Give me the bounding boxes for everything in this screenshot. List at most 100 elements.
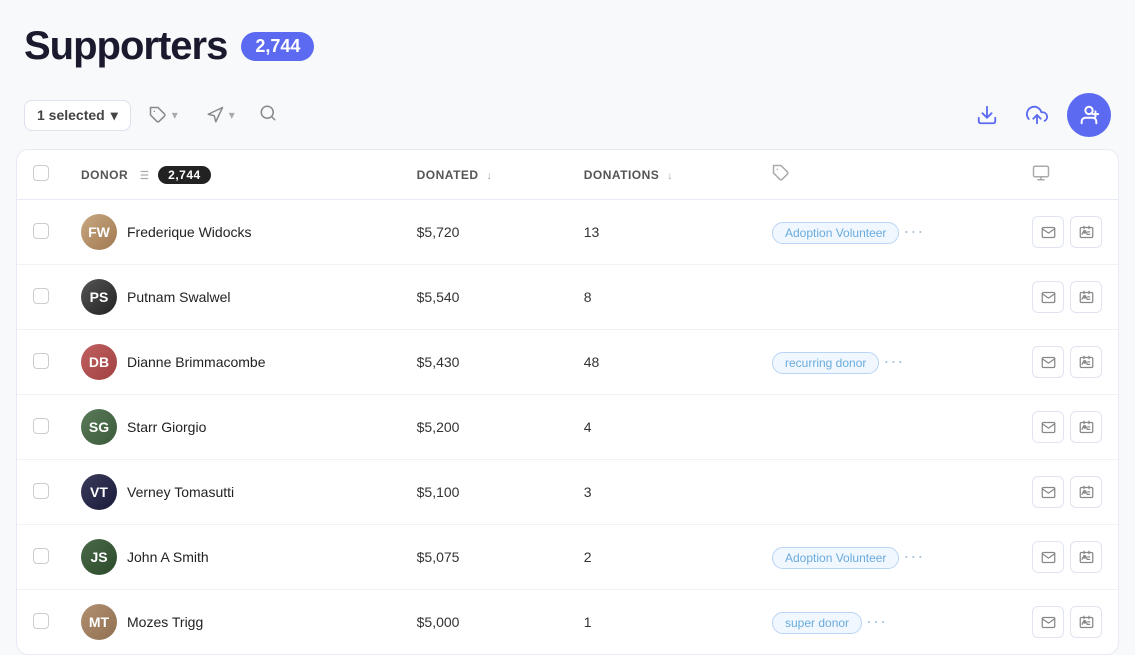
email-icon — [1041, 615, 1056, 630]
donations-cell: 13 — [568, 200, 756, 265]
email-icon — [1041, 485, 1056, 500]
actions-cell — [1016, 330, 1118, 395]
email-button[interactable] — [1032, 281, 1064, 313]
donor-name[interactable]: Mozes Trigg — [127, 614, 203, 630]
table-row: JSJohn A Smith$5,0752Adoption Volunteer·… — [17, 525, 1118, 590]
row-checkbox-cell[interactable] — [17, 200, 65, 265]
search-icon — [259, 104, 277, 122]
sort-donated-icon: ↓ — [486, 170, 492, 182]
table-row: SGStarr Giorgio$5,2004 — [17, 395, 1118, 460]
contact-card-button[interactable] — [1070, 541, 1102, 573]
donated-column-header[interactable]: DONATED ↓ — [401, 150, 568, 200]
selected-button[interactable]: 1 selected ▾ — [24, 100, 131, 131]
table-header-row: DONOR 2,744 DONATED ↓ DONATIONS ↓ — [17, 150, 1118, 200]
add-user-button[interactable] — [1067, 93, 1111, 137]
donor-name[interactable]: John A Smith — [127, 549, 209, 565]
email-button[interactable] — [1032, 216, 1064, 248]
tag-label: Adoption Volunteer — [772, 547, 899, 569]
contact-card-button[interactable] — [1070, 346, 1102, 378]
donations-cell: 2 — [568, 525, 756, 590]
select-all-checkbox[interactable] — [33, 165, 49, 181]
contact-card-button[interactable] — [1070, 476, 1102, 508]
tags-cell — [756, 395, 1016, 460]
row-checkbox[interactable] — [33, 613, 49, 629]
contact-card-button[interactable] — [1070, 411, 1102, 443]
table-row: DBDianne Brimmacombe$5,43048recurring do… — [17, 330, 1118, 395]
email-button[interactable] — [1032, 476, 1064, 508]
avatar: MT — [81, 604, 117, 640]
email-button[interactable] — [1032, 606, 1064, 638]
tag-button[interactable]: ▾ — [139, 100, 188, 130]
announce-button[interactable]: ▾ — [196, 100, 245, 130]
donor-name[interactable]: Dianne Brimmacombe — [127, 354, 266, 370]
donated-cell: $5,200 — [401, 395, 568, 460]
actions-cell — [1016, 395, 1118, 460]
email-button[interactable] — [1032, 346, 1064, 378]
row-checkbox[interactable] — [33, 483, 49, 499]
search-button[interactable] — [253, 98, 283, 133]
chevron-down-icon-tag: ▾ — [172, 108, 178, 122]
email-icon — [1041, 355, 1056, 370]
actions-cell — [1016, 460, 1118, 525]
download-button[interactable] — [967, 95, 1007, 135]
row-checkbox[interactable] — [33, 223, 49, 239]
donor-column-header[interactable]: DONOR 2,744 — [65, 150, 401, 200]
row-checkbox-cell[interactable] — [17, 330, 65, 395]
contact-card-button[interactable] — [1070, 281, 1102, 313]
donor-name[interactable]: Frederique Widocks — [127, 224, 252, 240]
row-checkbox[interactable] — [33, 353, 49, 369]
donations-cell: 3 — [568, 460, 756, 525]
contact-card-button[interactable] — [1070, 606, 1102, 638]
donor-cell: DBDianne Brimmacombe — [65, 330, 401, 395]
supporters-table: DONOR 2,744 DONATED ↓ DONATIONS ↓ — [17, 150, 1118, 654]
page-title: Supporters — [24, 24, 227, 69]
page-header: Supporters 2,744 — [0, 0, 1135, 85]
donated-cell: $5,720 — [401, 200, 568, 265]
contact-card-icon — [1079, 290, 1094, 305]
donations-cell: 48 — [568, 330, 756, 395]
contact-card-icon — [1079, 355, 1094, 370]
donor-name[interactable]: Starr Giorgio — [127, 419, 206, 435]
donations-cell: 4 — [568, 395, 756, 460]
tag-more-button[interactable]: ··· — [879, 351, 908, 372]
upload-button[interactable] — [1017, 95, 1057, 135]
donations-cell: 1 — [568, 590, 756, 655]
donor-column-label: DONOR — [81, 168, 128, 182]
contact-card-icon — [1079, 615, 1094, 630]
row-checkbox-cell[interactable] — [17, 525, 65, 590]
tag-more-button[interactable]: ··· — [862, 611, 891, 632]
actions-header-icon — [1032, 164, 1050, 182]
tag-more-button[interactable]: ··· — [899, 546, 928, 567]
row-checkbox[interactable] — [33, 418, 49, 434]
actions-cell — [1016, 200, 1118, 265]
row-checkbox[interactable] — [33, 288, 49, 304]
email-button[interactable] — [1032, 411, 1064, 443]
tag-label: super donor — [772, 612, 862, 634]
donations-column-header[interactable]: DONATIONS ↓ — [568, 150, 756, 200]
tag-label: Adoption Volunteer — [772, 222, 899, 244]
select-all-header[interactable] — [17, 150, 65, 200]
actions-cell — [1016, 590, 1118, 655]
contact-card-icon — [1079, 420, 1094, 435]
tag-more-button[interactable]: ··· — [899, 221, 928, 242]
donated-cell: $5,000 — [401, 590, 568, 655]
row-checkbox-cell[interactable] — [17, 395, 65, 460]
donor-name[interactable]: Putnam Swalwel — [127, 289, 231, 305]
email-button[interactable] — [1032, 541, 1064, 573]
avatar: VT — [81, 474, 117, 510]
row-checkbox-cell[interactable] — [17, 590, 65, 655]
contact-card-button[interactable] — [1070, 216, 1102, 248]
chevron-down-icon: ▾ — [111, 107, 118, 124]
donor-cell: VT Verney Tomasutti — [65, 460, 401, 525]
donor-name[interactable]: Verney Tomasutti — [127, 484, 234, 500]
row-checkbox-cell[interactable] — [17, 460, 65, 525]
row-checkbox[interactable] — [33, 548, 49, 564]
upload-icon — [1026, 104, 1048, 126]
row-checkbox-cell[interactable] — [17, 265, 65, 330]
toolbar: 1 selected ▾ ▾ ▾ — [0, 85, 1135, 149]
tags-column-header — [756, 150, 1016, 200]
table-row: MT Mozes Trigg $5,0001 super donor··· — [17, 590, 1118, 655]
tag-icon — [149, 106, 167, 124]
tags-cell — [756, 460, 1016, 525]
supporters-table-container: DONOR 2,744 DONATED ↓ DONATIONS ↓ — [16, 149, 1119, 655]
